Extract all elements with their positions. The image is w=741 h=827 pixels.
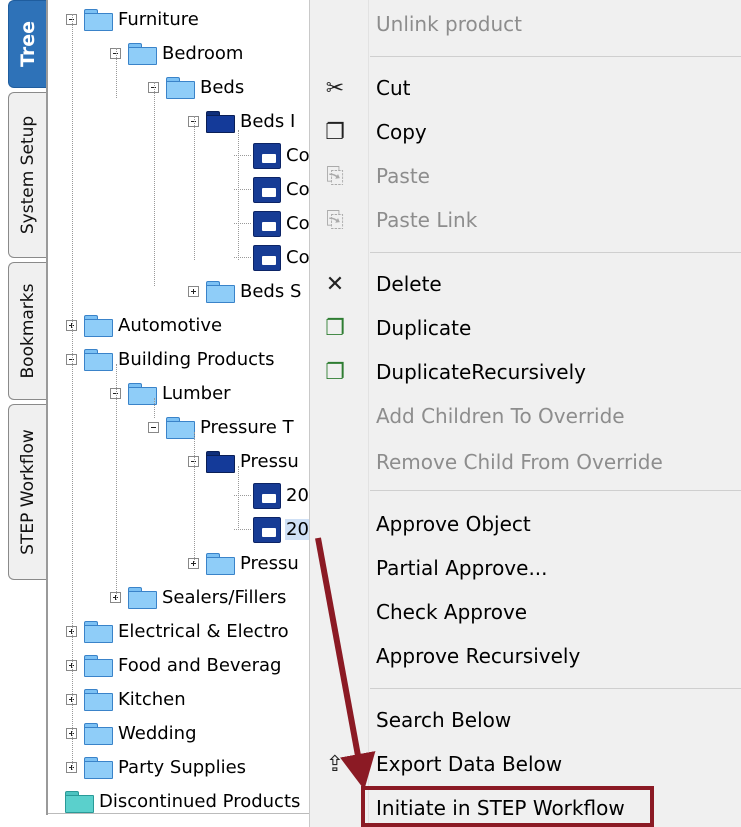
annotation-arrow [315, 537, 376, 790]
arrow-line [315, 537, 376, 790]
